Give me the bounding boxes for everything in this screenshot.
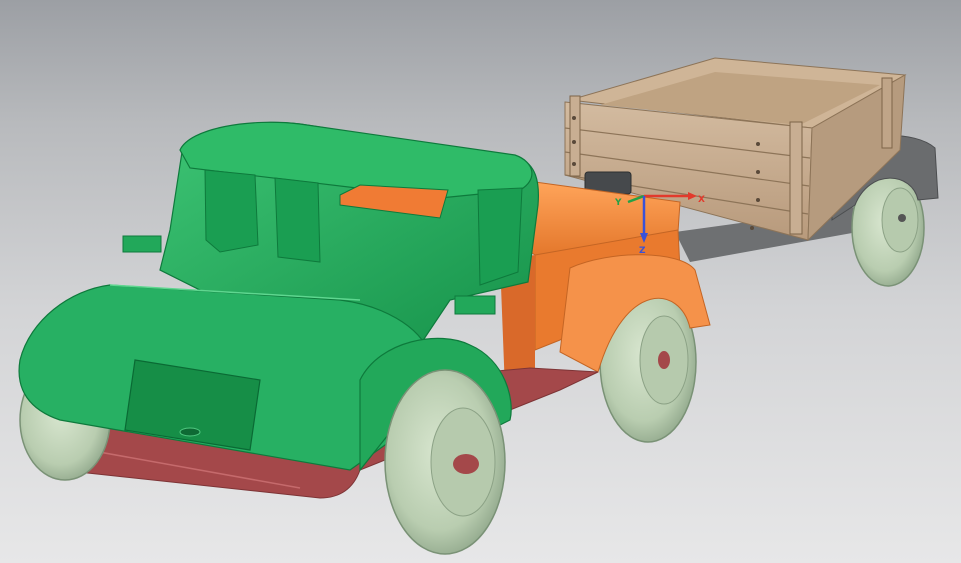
bolt [756,170,760,174]
bolt [750,226,754,230]
right-mirror[interactable] [454,295,496,315]
cab-windshield [274,177,321,263]
hood-ornament [179,427,201,437]
bolt [572,116,576,120]
bolt [756,142,760,146]
trailer-post [881,77,893,149]
cab-side-window [204,169,259,253]
bolt [572,140,576,144]
x-axis-label: X [698,195,705,205]
model-canvas[interactable]: X Y Z [0,0,961,563]
front-axle [453,454,479,474]
rear-axle [658,351,670,369]
z-axis-label: Z [639,246,646,256]
bolt [756,198,760,202]
trailer-axle [898,214,906,222]
trailer-post [789,121,803,235]
cab-door-window [477,187,523,286]
front-right-wheel-group[interactable] [384,369,506,555]
bolt [572,162,576,166]
left-mirror[interactable] [122,235,162,253]
3d-viewport[interactable]: X Y Z [0,0,961,563]
y-axis-label: Y [614,198,622,208]
